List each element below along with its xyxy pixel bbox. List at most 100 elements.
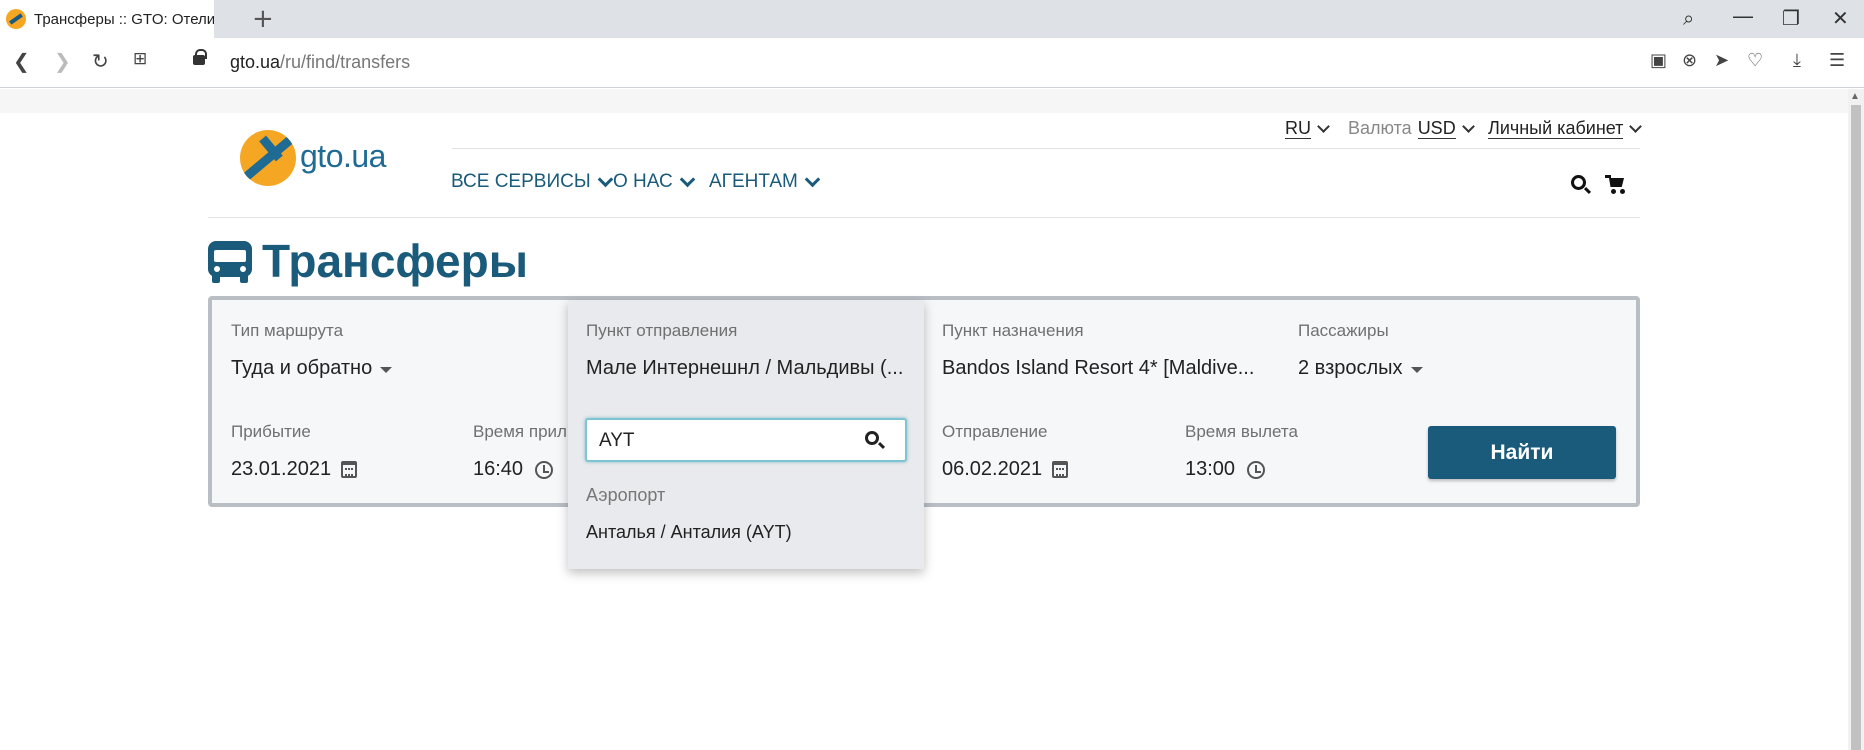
destination-value: Bandos Island Resort 4* [Maldive... — [942, 357, 1255, 379]
search-icon[interactable] — [1571, 175, 1586, 190]
arrival-time-value: 16:40 — [473, 458, 524, 480]
cart-basket — [1609, 178, 1624, 187]
address-bar: ❮ ❯ ↻ ⊞ gto.ua/ru/find/transfers ▣ ⊗ ➤ ♡… — [0, 38, 1864, 88]
departure-point-field[interactable]: Мале Интернешнл / Мальдивы (... — [586, 357, 903, 380]
page-top-strip — [0, 89, 1848, 113]
route-type-label: Тип маршрута — [231, 321, 344, 340]
cart-icon[interactable] — [1605, 175, 1625, 194]
departure-time-field[interactable]: 13:00 — [1185, 458, 1266, 481]
passengers-label: Пассажиры — [1298, 321, 1389, 340]
departure-time-label: Время вылета — [1185, 422, 1298, 441]
language-value: RU — [1285, 118, 1311, 139]
header-bottom-divider — [208, 217, 1640, 218]
nav-label: ВСЕ СЕРВИСЫ — [451, 171, 591, 192]
chevron-down-icon — [1629, 119, 1643, 133]
close-window-button[interactable]: ✕ — [1832, 6, 1849, 30]
clock-icon[interactable] — [1247, 460, 1266, 479]
passengers-value: 2 взрослых — [1298, 357, 1403, 379]
destination-label: Пункт назначения — [942, 321, 1084, 340]
lock-icon[interactable] — [193, 49, 207, 65]
nav-label: О НАС — [613, 171, 673, 192]
cart-wheel — [1620, 189, 1625, 194]
caret-down-icon — [1410, 366, 1423, 373]
departure-point-value: Мале Интернешнл / Мальдивы (... — [586, 357, 904, 379]
arrival-date-field[interactable]: 23.01.2021 — [231, 458, 358, 481]
departure-point-dropdown: Пункт отправления Мале Интернешнл / Маль… — [568, 300, 924, 569]
favicon-icon — [6, 9, 26, 29]
departure-date-value: 06.02.2021 — [942, 458, 1043, 480]
back-button[interactable]: ❮ — [13, 49, 30, 73]
departure-label: Отправление — [942, 422, 1048, 441]
url-host: gto.ua — [230, 52, 281, 72]
language-select[interactable]: RU — [1285, 118, 1330, 139]
reload-button[interactable]: ↻ — [92, 49, 109, 73]
account-menu[interactable]: Личный кабинет — [1488, 118, 1643, 139]
bus-wheel — [212, 275, 220, 283]
restore-button[interactable]: ❐ — [1782, 6, 1800, 30]
currency-select[interactable]: Валюта USD — [1348, 118, 1475, 139]
chevron-down-icon — [804, 171, 821, 188]
logo-text[interactable]: gto.ua — [300, 138, 386, 175]
nav-all-services[interactable]: ВСЕ СЕРВИСЫ — [451, 171, 613, 193]
departure-point-label: Пункт отправления — [586, 321, 738, 340]
chevron-down-icon — [597, 171, 613, 188]
minimize-button[interactable]: ― — [1733, 4, 1753, 28]
bus-wheel — [240, 275, 248, 283]
forward-button[interactable]: ❯ — [54, 49, 71, 73]
chevron-down-icon — [1461, 119, 1475, 133]
new-tab-button[interactable]: + — [252, 4, 274, 34]
scroll-up-icon[interactable]: ▲ — [1850, 91, 1860, 102]
adblock-icon[interactable]: ⊗ — [1682, 50, 1697, 71]
scrollbar-thumb[interactable] — [1851, 105, 1861, 750]
nav-agents[interactable]: АГЕНТАМ — [709, 171, 821, 193]
calendar-icon[interactable] — [1052, 461, 1069, 478]
cart-handle — [1605, 175, 1611, 178]
dropdown-option[interactable]: Анталья / Анталия (AYT) — [586, 522, 792, 543]
chevron-down-icon — [679, 171, 696, 188]
settings-icon[interactable]: ☰ — [1829, 50, 1845, 71]
arrival-time-label: Время прил — [473, 422, 567, 441]
cart-wheel — [1611, 189, 1616, 194]
bus-light — [214, 266, 220, 272]
arrival-time-field[interactable]: 16:40 — [473, 458, 554, 481]
airport-search-box[interactable] — [585, 418, 907, 462]
bus-icon — [208, 241, 252, 283]
currency-value: USD — [1417, 118, 1456, 139]
header-divider — [452, 148, 1640, 149]
arrival-label: Прибытие — [231, 422, 311, 441]
destination-field[interactable]: Bandos Island Resort 4* [Maldive... — [942, 357, 1254, 380]
url-field[interactable]: gto.ua/ru/find/transfers — [230, 52, 410, 73]
currency-label: Валюта — [1348, 118, 1412, 138]
download-icon[interactable]: ⤓ — [1793, 50, 1801, 71]
heart-icon[interactable]: ♡ — [1747, 50, 1763, 71]
send-icon[interactable]: ➤ — [1714, 50, 1729, 71]
departure-date-field[interactable]: 06.02.2021 — [942, 458, 1069, 481]
departure-time-value: 13:00 — [1185, 458, 1236, 480]
page-title: Трансферы — [262, 235, 529, 287]
nav-label: АГЕНТАМ — [709, 171, 798, 192]
nav-about[interactable]: О НАС — [613, 171, 696, 193]
chevron-down-icon — [1317, 119, 1330, 133]
airport-search-input[interactable] — [599, 429, 849, 453]
passengers-select[interactable]: 2 взрослых — [1298, 357, 1423, 380]
dropdown-group-label: Аэропорт — [586, 485, 666, 505]
search-icon[interactable] — [865, 431, 879, 445]
speed-dial-icon[interactable]: ⊞ — [133, 49, 147, 69]
bus-light — [240, 266, 246, 272]
tab-title: Трансферы :: GTO: Отели, Авиа — [34, 10, 214, 28]
camera-icon[interactable]: ▣ — [1650, 50, 1667, 71]
browser-tab[interactable]: Трансферы :: GTO: Отели, Авиа — [0, 0, 214, 38]
clock-icon[interactable] — [535, 460, 554, 479]
bus-window — [214, 250, 246, 262]
account-label: Личный кабинет — [1488, 118, 1624, 139]
transfer-search-form — [208, 296, 1640, 507]
url-path: /ru/find/transfers — [280, 52, 411, 72]
browser-tab-bar: Трансферы :: GTO: Отели, Авиа + ⌕ ― ❐ ✕ — [0, 0, 1864, 38]
route-type-value: Туда и обратно — [231, 357, 373, 379]
logo-icon[interactable] — [240, 130, 296, 186]
browser-search-icon[interactable]: ⌕ — [1683, 6, 1694, 30]
route-type-select[interactable]: Туда и обратно — [231, 357, 393, 380]
arrival-date-value: 23.01.2021 — [231, 458, 332, 480]
find-button[interactable]: Найти — [1428, 426, 1616, 479]
calendar-icon[interactable] — [341, 461, 358, 478]
